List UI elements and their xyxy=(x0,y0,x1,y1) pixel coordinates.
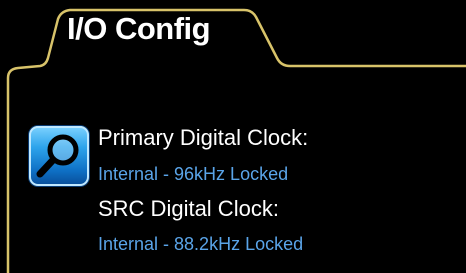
src-clock-label: SRC Digital Clock: xyxy=(98,196,279,221)
src-clock-value: Internal - 88.2kHz Locked xyxy=(98,234,304,254)
primary-clock-value: Internal - 96kHz Locked xyxy=(98,164,289,184)
primary-clock-label: Primary Digital Clock: xyxy=(98,125,309,150)
tab-io-config[interactable]: I/O Config xyxy=(67,10,211,48)
magnifier-icon xyxy=(36,134,79,178)
io-config-panel: I/O Config Primary Digital Clock: Intern… xyxy=(0,0,466,273)
magnifier-button[interactable] xyxy=(29,126,89,186)
